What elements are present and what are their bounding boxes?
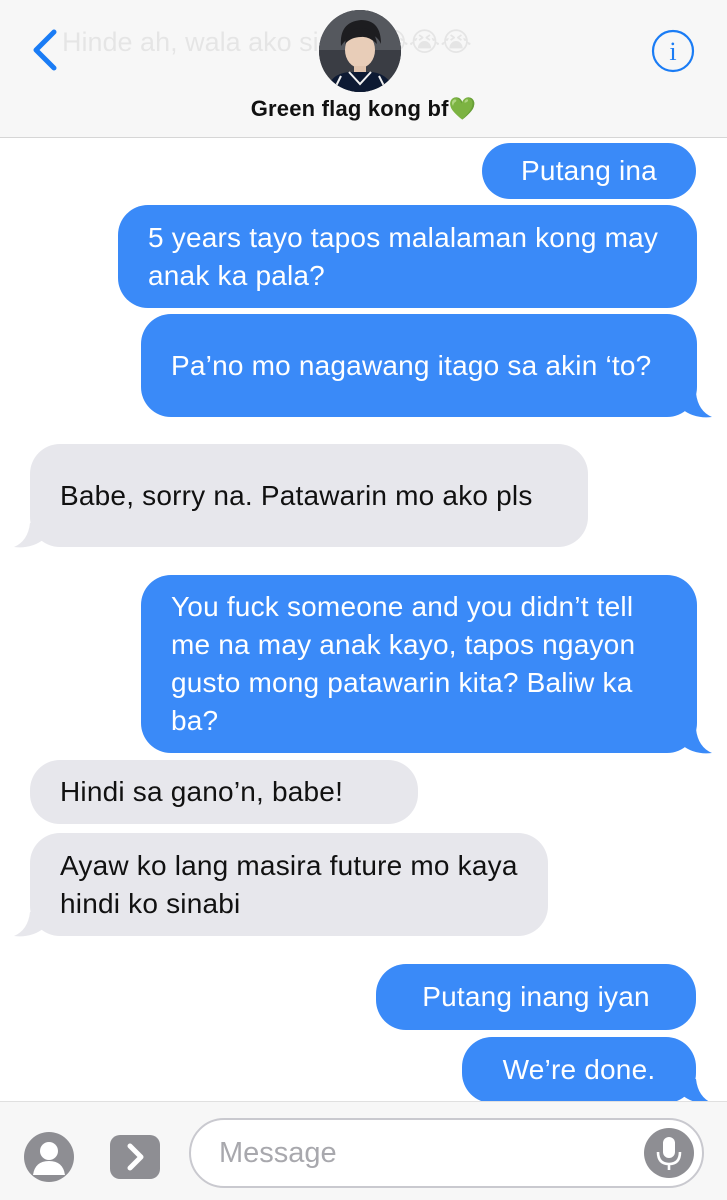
info-icon[interactable]: i [650,28,696,74]
message-input[interactable] [219,1130,629,1176]
sent-bubble-tail [682,393,712,418]
message-text: Ayaw ko lang masira future mo kaya hindi… [60,849,518,919]
received-bubble-tail [14,523,44,548]
app-drawer-icon[interactable] [109,1134,161,1180]
message-text: You fuck someone and you didn’t tell me … [171,591,636,736]
message-thread[interactable]: Putang ina 5 years tayo tapos malalaman … [0,139,727,1104]
message-field[interactable] [189,1118,704,1188]
conversation-header: Hinde ah, wala ako sinabi 😭😭😭 Green flag… [0,0,727,138]
contact-avatar[interactable] [319,10,401,92]
message-text: Babe, sorry na. Patawarin mo ako pls [60,479,533,511]
message-text: Putang ina [521,155,657,186]
sent-bubble-tail [682,729,712,754]
sent-message-bubble[interactable]: Putang inang iyan [376,964,696,1030]
sent-message-bubble[interactable]: Putang ina [482,143,696,199]
message-text: Pa’no mo nagawang itago sa akin ‘to? [171,349,652,381]
received-bubble-tail [14,912,44,937]
sent-message-bubble[interactable]: Pa’no mo nagawang itago sa akin ‘to? [141,314,697,417]
message-text: Putang inang iyan [422,981,650,1012]
received-message-bubble[interactable]: Hindi sa gano’n, babe! [30,760,418,824]
contact-name[interactable]: Green flag kong bf💚 [0,96,727,122]
sent-message-bubble[interactable]: You fuck someone and you didn’t tell me … [141,575,697,753]
message-text: We’re done. [502,1054,656,1085]
received-message-bubble[interactable]: Ayaw ko lang masira future mo kaya hindi… [30,833,548,936]
camera-icon[interactable] [23,1131,75,1183]
svg-text:i: i [669,37,676,66]
message-text: Hindi sa gano’n, babe! [60,776,344,807]
compose-bar [0,1101,727,1200]
sent-message-bubble[interactable]: We’re done. [462,1037,696,1103]
received-message-bubble[interactable]: Babe, sorry na. Patawarin mo ako pls [30,444,588,547]
microphone-icon[interactable] [644,1128,694,1178]
message-text: 5 years tayo tapos malalaman kong may an… [148,221,659,291]
sent-message-bubble[interactable]: 5 years tayo tapos malalaman kong may an… [118,205,697,308]
chevron-left-icon[interactable] [28,28,62,72]
